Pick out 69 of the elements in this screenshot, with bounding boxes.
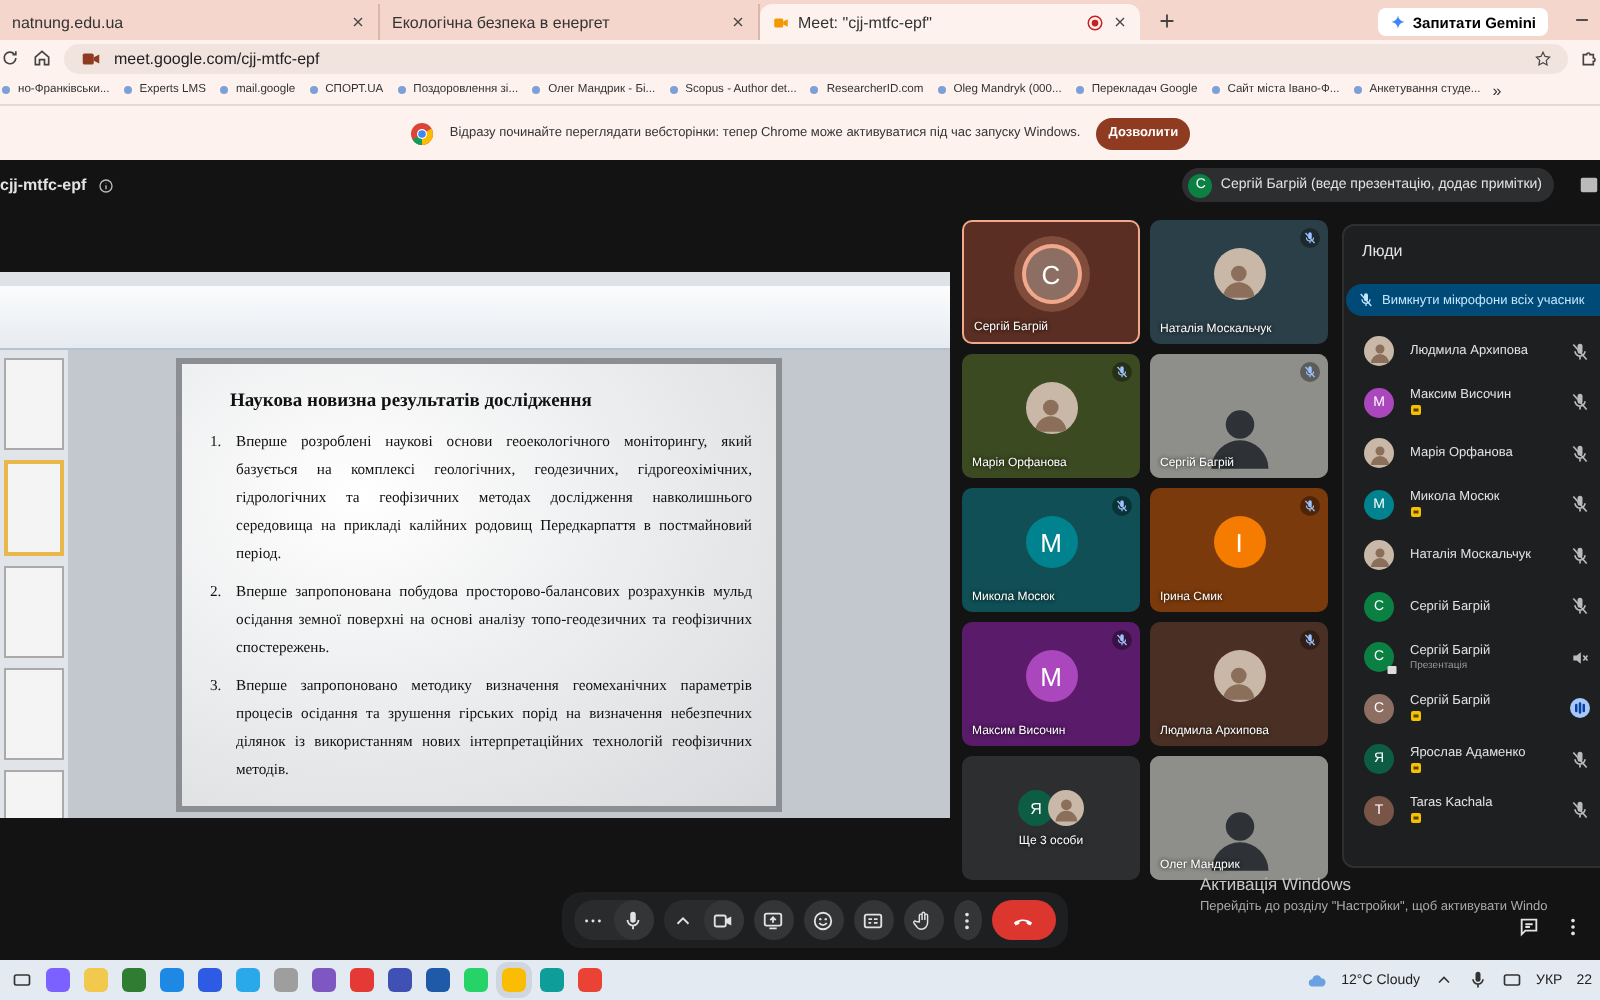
raise-hand-button[interactable] xyxy=(903,900,943,940)
url-text: meet.google.com/cjj-mtfc-epf xyxy=(114,49,320,67)
avatar: M xyxy=(1025,650,1077,702)
present-button[interactable] xyxy=(753,900,793,940)
new-tab-icon[interactable] xyxy=(1156,10,1178,32)
app-icon[interactable] xyxy=(540,968,564,992)
mic-off-icon xyxy=(1358,292,1374,308)
tab-title: natnung.edu.ua xyxy=(12,13,126,31)
emoji-button[interactable] xyxy=(803,900,843,940)
present-icon xyxy=(762,909,784,931)
site-icon xyxy=(395,84,408,96)
more-options-button[interactable] xyxy=(953,900,981,940)
extensions-icon[interactable] xyxy=(1580,48,1600,68)
end-call-button[interactable] xyxy=(991,900,1055,940)
app-icon[interactable] xyxy=(160,968,184,992)
browser-logo-icon xyxy=(409,121,434,145)
chat-icon xyxy=(1517,915,1539,937)
captions-icon xyxy=(862,909,884,931)
app-icon[interactable] xyxy=(578,968,602,992)
home-icon[interactable] xyxy=(32,48,52,68)
avatar: С xyxy=(1025,248,1077,300)
info-icon[interactable] xyxy=(98,177,115,193)
slide-title: Наукова новизна результатів дослідження xyxy=(230,391,594,411)
site-icon xyxy=(1073,84,1086,96)
display-icon xyxy=(1502,970,1522,990)
app-icon[interactable] xyxy=(312,968,336,992)
app-icon[interactable] xyxy=(122,968,146,992)
tab-title: Meet: "cjj-mtfc-epf" xyxy=(798,13,935,31)
site-icon xyxy=(217,84,230,96)
microphone-icon xyxy=(622,909,644,931)
avatar: I xyxy=(1213,516,1265,568)
avatar: M xyxy=(1025,516,1077,568)
emoji-icon xyxy=(812,909,834,931)
activation-title: Активація Windows xyxy=(1200,874,1353,894)
address-bar[interactable]: meet.google.com/cjj-mtfc-epf xyxy=(64,43,1568,73)
close-icon[interactable] xyxy=(1112,14,1128,30)
site-icon xyxy=(935,84,948,96)
app-icon[interactable] xyxy=(388,968,412,992)
microphone-icon xyxy=(1468,970,1488,990)
tab-title: Екологічна безпека в енергет xyxy=(392,13,612,31)
site-icon xyxy=(307,84,320,96)
captions-button[interactable] xyxy=(853,900,893,940)
microphone-button[interactable] xyxy=(613,900,653,940)
camera-icon xyxy=(712,909,734,931)
close-icon[interactable] xyxy=(730,14,746,30)
app-icon[interactable] xyxy=(350,968,374,992)
app-icon[interactable] xyxy=(198,968,222,992)
raise-hand-icon xyxy=(912,909,934,931)
close-icon[interactable] xyxy=(350,14,366,30)
site-icon xyxy=(808,84,821,96)
meeting-code: cjj-mtfc-epf xyxy=(0,176,87,194)
site-icon xyxy=(0,84,12,96)
site-icon xyxy=(121,84,134,96)
site-icon xyxy=(530,84,543,96)
cloud-icon xyxy=(1305,969,1328,991)
site-icon xyxy=(1351,84,1364,96)
app-icon[interactable] xyxy=(46,968,70,992)
app-icon[interactable] xyxy=(426,968,450,992)
site-icon xyxy=(667,84,680,96)
reload-icon[interactable] xyxy=(0,48,20,68)
site-icon xyxy=(1209,84,1222,96)
browser-tab[interactable]: Meet: "cjj-mtfc-epf" xyxy=(760,4,1140,40)
camera-button[interactable] xyxy=(703,900,743,940)
more-bookmarks-button[interactable]: » xyxy=(1492,81,1502,99)
video-camera-icon xyxy=(772,13,790,31)
star-icon[interactable] xyxy=(1534,49,1552,67)
sparkle-icon xyxy=(1390,14,1407,30)
panel-title: Люди xyxy=(1360,240,1405,264)
avatar: Я xyxy=(1018,790,1054,826)
